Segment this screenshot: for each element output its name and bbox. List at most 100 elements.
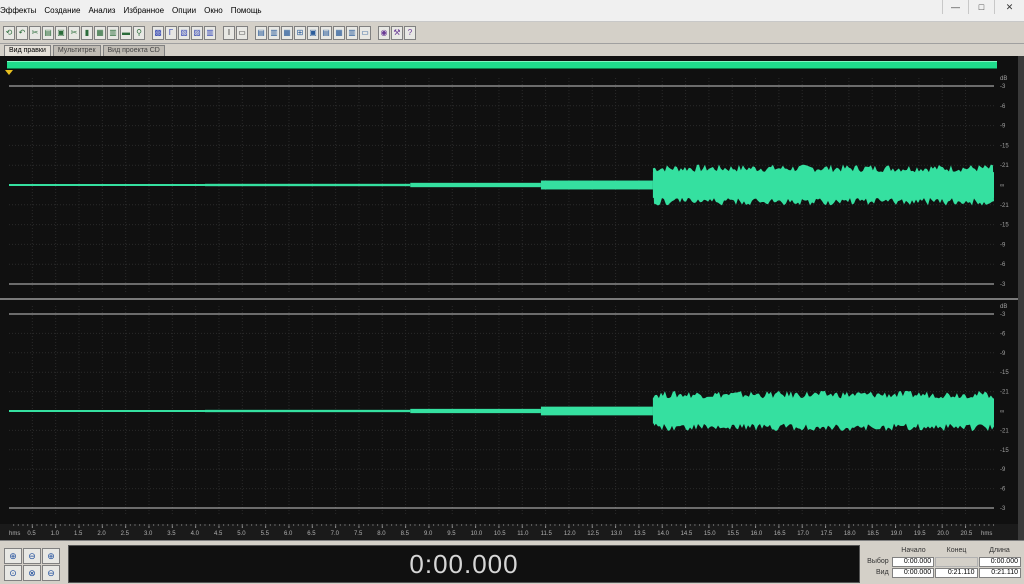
level-button[interactable]: Γ [165,25,177,40]
waveform-segment [540,406,653,416]
paste-button[interactable]: ▣ [55,25,67,40]
status-panel: ⊕ ⊖ ⊕ ⊙ ⊗ ⊖ 0:00.000 Начало Конец Длина Выбор 0:0… [0,540,1024,584]
mixer-button[interactable]: ▥ [204,25,216,40]
selection-begin-field[interactable]: 0:00.000 [891,556,935,567]
zoom-selection-button[interactable]: ⊙ [4,565,22,581]
menu-item-3[interactable]: Избранное [119,0,168,22]
playlist-icon: ⊞ [296,28,304,37]
meter-button[interactable]: ▥ [346,25,358,40]
view-pan-button[interactable]: ▦ [281,25,293,40]
loop-button[interactable]: ⟲ [3,25,15,40]
cursor-icon: I [227,28,231,37]
save-button[interactable]: ▬ [120,25,132,40]
spectral-button[interactable]: ▩ [152,25,164,40]
time-tick-label: 16.0 [751,531,763,537]
selection-length-field[interactable]: 0:00.000 [978,556,1021,567]
audio-editor-window: Эффекты Создание Анализ Избранное Опции Окно П… [0,0,1024,584]
toolbar-group-2: I ▭ [223,25,249,40]
selection-length-field[interactable]: 0:21.110 [978,567,1021,578]
view-wave-button[interactable]: ▤ [255,25,267,40]
waveform-canvas[interactable]: -3 -6 -9 -15 -21 ∞ -21 -15 -9 -6 -3 dB -3 -6 -9 -15 -21 ∞… [0,56,1024,540]
menu-item-5[interactable]: Окно [200,0,227,22]
menu-item-0[interactable]: Эффекты [0,0,40,22]
select-button[interactable]: ▭ [236,25,248,40]
db-tick-label: -3 [1000,506,1006,512]
copy-button[interactable]: ▤ [42,25,54,40]
info-icon: ▭ [361,28,369,37]
filter-button[interactable]: ▧ [178,25,190,40]
time-tick-label: 9.5 [447,531,456,537]
time-tick-label: 3.5 [167,531,176,537]
view-pan-icon: ▦ [283,28,291,37]
cursor-button[interactable]: I [223,25,235,40]
tools-icon: ⚒ [393,28,401,37]
playlist-button[interactable]: ⊞ [294,25,306,40]
razor-button[interactable]: ✂ [68,25,80,40]
copy-icon: ▤ [44,28,52,37]
time-tick-label: 6.5 [307,531,316,537]
db-tick-label: -6 [1000,262,1006,268]
loop-icon: ⟲ [5,28,13,37]
time-tick-label: 8.5 [401,531,410,537]
time-tick-label: 20.0 [937,531,949,537]
help-button[interactable]: ? [404,25,416,40]
cd-button[interactable]: ▦ [333,25,345,40]
tab-1[interactable]: Мультитрек [52,45,101,56]
menu-item-6[interactable]: Помощь [227,0,266,22]
waveform-peaks [652,390,994,432]
close-button[interactable]: ✕ [994,0,1024,14]
minimize-button[interactable]: — [942,0,968,14]
zoom-out-horizontal-button[interactable]: ⊖ [23,548,41,564]
time-ruler[interactable] [0,524,1018,540]
mix-button[interactable]: ▦ [94,25,106,40]
view-spec-button[interactable]: ▥ [268,25,280,40]
waveform-segment [204,409,411,413]
menu-item-1[interactable]: Создание [40,0,84,22]
time-tick-label: 15.0 [704,531,716,537]
marker-button[interactable]: ▣ [307,25,319,40]
time-tick-label: 20.5 [961,531,973,537]
zoom-out-horizontal-icon: ⊖ [28,550,36,561]
menu-item-2[interactable]: Анализ [84,0,119,22]
selection-begin-field[interactable]: 0:00.000 [891,567,935,578]
tools-button[interactable]: ⚒ [391,25,403,40]
eq-button[interactable]: ▨ [191,25,203,40]
view-tabs: Вид правки Мультитрек Вид проекта CD [0,44,1024,56]
time-tick-label: 9.0 [424,531,433,537]
undo-button[interactable]: ↶ [16,25,28,40]
help-icon: ? [407,28,413,37]
waveform-view[interactable]: -3 -6 -9 -15 -21 ∞ -21 -15 -9 -6 -3 dB -3 -6 -9 -15 -21 ∞… [0,56,1024,540]
tab-0[interactable]: Вид правки [4,45,51,56]
maximize-button[interactable]: □ [968,0,994,14]
info-button[interactable]: ▭ [359,25,371,40]
selection-row-label: Выбор [867,558,889,565]
tab-2[interactable]: Вид проекта CD [102,45,165,56]
time-unit-label: hms [9,531,20,537]
menu-item-4[interactable]: Опции [168,0,200,22]
time-tick-label: 11.5 [541,531,553,537]
zoom-in-horizontal-button[interactable]: ⊕ [4,548,22,564]
selection-end-field[interactable]: 0:21.110 [935,567,978,578]
trash-button[interactable]: ▮ [81,25,93,40]
zoom-wave-button[interactable]: ▥ [107,25,119,40]
zoom-in-vertical-button[interactable]: ⊕ [42,548,60,564]
time-tick-label: 13.0 [611,531,623,537]
db-tick-label: -3 [1000,312,1006,318]
search-button[interactable]: ⚲ [133,25,145,40]
view-spec-icon: ▥ [270,28,278,37]
vertical-scrollbar[interactable] [1018,56,1024,540]
db-tick-label: -21 [1000,428,1009,434]
selection-end-field[interactable] [935,556,978,567]
time-tick-label: 18.0 [844,531,856,537]
zoom-out-full-button[interactable]: ⊗ [23,565,41,581]
time-display: 0:00.000 [68,545,860,583]
time-tick-label: 17.0 [797,531,809,537]
toolbar-group-1: ▩ Γ ▧ ▨ ▥ [152,25,217,40]
time-tick-label: 10.0 [471,531,483,537]
db-tick-label: -6 [1000,487,1006,493]
zoom-out-vertical-button[interactable]: ⊖ [42,565,60,581]
list-button[interactable]: ▤ [320,25,332,40]
cd-icon: ▦ [335,28,343,37]
record-button[interactable]: ◉ [378,25,390,40]
cut-button[interactable]: ✂ [29,25,41,40]
